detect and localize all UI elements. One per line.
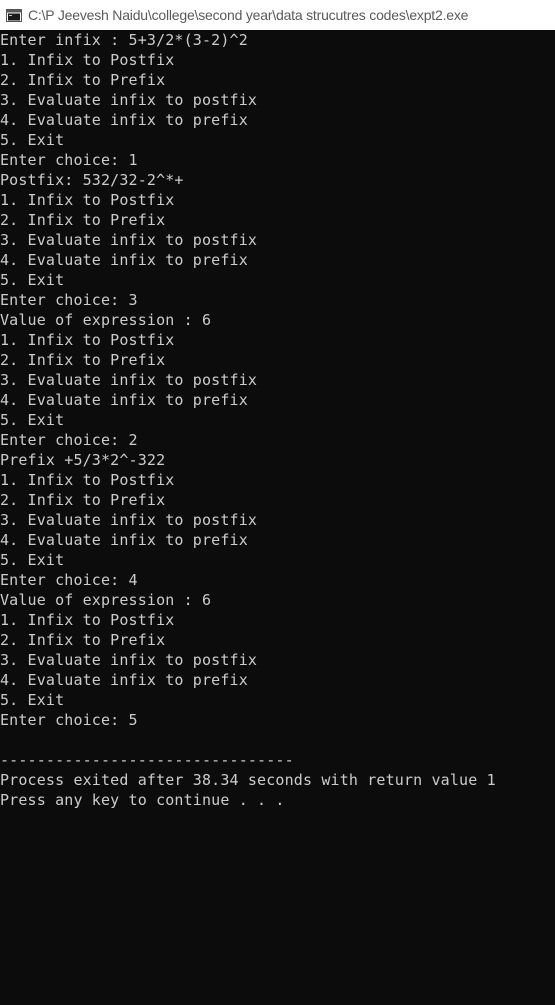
console-line: 5. Exit [0, 411, 65, 429]
console-line: 3. Evaluate infix to postfix [0, 231, 258, 249]
console-app-icon [6, 8, 22, 22]
console-window: C:\P Jeevesh Naidu\college\second year\d… [0, 0, 555, 1005]
console-line: 2. Infix to Prefix [0, 71, 166, 89]
console-line: 5. Exit [0, 271, 65, 289]
console-line: 4. Evaluate infix to prefix [0, 531, 248, 549]
console-line: 3. Evaluate infix to postfix [0, 371, 258, 389]
console-line: 2. Infix to Prefix [0, 491, 166, 509]
console-line: Enter infix : 5+3/2*(3-2)^2 [0, 31, 248, 49]
console-line: 1. Infix to Postfix [0, 611, 175, 629]
console-line: 4. Evaluate infix to prefix [0, 111, 248, 129]
console-line: -------------------------------- [0, 751, 294, 769]
title-bar[interactable]: C:\P Jeevesh Naidu\college\second year\d… [0, 0, 555, 30]
console-line: 4. Evaluate infix to prefix [0, 251, 248, 269]
console-line: Value of expression : 6 [0, 311, 212, 329]
console-line: 3. Evaluate infix to postfix [0, 511, 258, 529]
console-line: 1. Infix to Postfix [0, 191, 175, 209]
console-line: Postfix: 532/32-2^*+ [0, 171, 184, 189]
console-line: 2. Infix to Prefix [0, 351, 166, 369]
console-line: 3. Evaluate infix to postfix [0, 651, 258, 669]
console-output[interactable]: Enter infix : 5+3/2*(3-2)^2 1. Infix to P… [0, 30, 555, 1005]
console-line: 2. Infix to Prefix [0, 211, 166, 229]
console-line: Enter choice: 3 [0, 291, 138, 309]
window-title: C:\P Jeevesh Naidu\college\second year\d… [28, 7, 469, 23]
console-line: 3. Evaluate infix to postfix [0, 91, 258, 109]
console-line: 5. Exit [0, 691, 65, 709]
console-line: Enter choice: 5 [0, 711, 138, 729]
console-line: Press any key to continue . . . [0, 791, 285, 809]
console-line: Process exited after 38.34 seconds with … [0, 771, 496, 789]
console-line: Prefix +5/3*2^-322 [0, 451, 166, 469]
console-line: Enter choice: 2 [0, 431, 138, 449]
console-line: 4. Evaluate infix to prefix [0, 671, 248, 689]
console-line: 4. Evaluate infix to prefix [0, 391, 248, 409]
console-line: 5. Exit [0, 131, 65, 149]
console-line: 1. Infix to Postfix [0, 331, 175, 349]
console-line: 5. Exit [0, 551, 65, 569]
console-line: Enter choice: 1 [0, 151, 138, 169]
console-line: 2. Infix to Prefix [0, 631, 166, 649]
console-line: Enter choice: 4 [0, 571, 138, 589]
console-line: 1. Infix to Postfix [0, 471, 175, 489]
console-line: Value of expression : 6 [0, 591, 212, 609]
console-line: 1. Infix to Postfix [0, 51, 175, 69]
